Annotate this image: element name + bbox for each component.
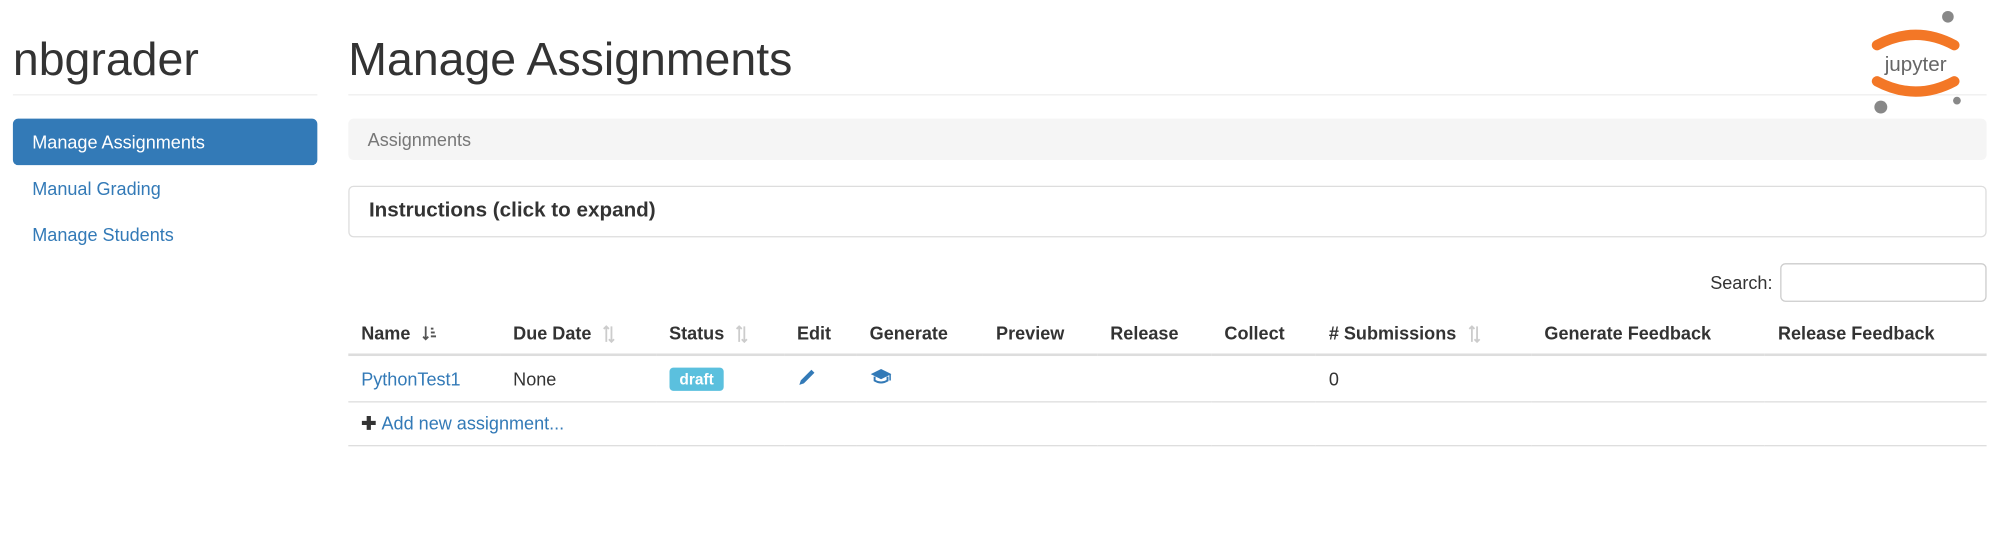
col-label: Status xyxy=(669,323,724,344)
submissions-cell: 0 xyxy=(1316,355,1532,402)
release-feedback-cell xyxy=(1765,355,1987,402)
table-row: PythonTest1 None draft xyxy=(348,355,1986,402)
breadcrumb: Assignments xyxy=(348,119,1986,160)
edit-button[interactable] xyxy=(797,367,818,388)
assignment-name-link[interactable]: PythonTest1 xyxy=(361,369,460,390)
sort-icon xyxy=(736,325,749,343)
sidebar-item-manage-students[interactable]: Manage Students xyxy=(13,212,317,258)
search-label: Search: xyxy=(1710,272,1772,293)
graduation-cap-icon xyxy=(870,368,893,386)
status-badge: draft xyxy=(669,367,724,390)
sort-icon xyxy=(422,325,437,343)
sidebar-item-label: Manual Grading xyxy=(32,178,161,199)
add-new-label: Add new assignment... xyxy=(381,413,564,434)
sort-icon xyxy=(1468,325,1481,343)
sidebar-item-manual-grading[interactable]: Manual Grading xyxy=(13,165,317,211)
col-label: Generate xyxy=(870,323,948,344)
release-cell xyxy=(1097,355,1211,402)
add-new-assignment-link[interactable]: ✚Add new assignment... xyxy=(361,413,564,434)
col-status[interactable]: Status xyxy=(656,312,784,355)
col-label: # Submissions xyxy=(1329,323,1456,344)
search-input[interactable] xyxy=(1780,263,1986,302)
col-due-date[interactable]: Due Date xyxy=(500,312,656,355)
sidebar-nav: Manage Assignments Manual Grading Manage… xyxy=(13,119,317,258)
instructions-panel[interactable]: Instructions (click to expand) xyxy=(348,186,1986,238)
col-generate-feedback: Generate Feedback xyxy=(1532,312,1766,355)
col-edit: Edit xyxy=(784,312,857,355)
col-preview: Preview xyxy=(983,312,1097,355)
breadcrumb-item: Assignments xyxy=(368,129,471,150)
divider xyxy=(348,94,1986,95)
assignments-table: Name Due Date Status xyxy=(348,312,1986,447)
due-date-cell: None xyxy=(500,355,656,402)
page-title: Manage Assignments xyxy=(348,32,1986,86)
col-label: Name xyxy=(361,323,410,344)
col-release: Release xyxy=(1097,312,1211,355)
col-label: Generate Feedback xyxy=(1544,323,1711,344)
sort-icon xyxy=(603,325,616,343)
col-label: Release Feedback xyxy=(1778,323,1935,344)
add-row: ✚Add new assignment... xyxy=(348,402,1986,446)
plus-icon: ✚ xyxy=(361,413,376,434)
sidebar-item-label: Manage Students xyxy=(32,224,174,245)
col-release-feedback: Release Feedback xyxy=(1765,312,1987,355)
instructions-label: Instructions (click to expand) xyxy=(369,200,656,222)
pencil-icon xyxy=(797,367,818,388)
col-label: Preview xyxy=(996,323,1064,344)
search-row: Search: xyxy=(348,263,1986,302)
col-generate: Generate xyxy=(857,312,983,355)
col-collect: Collect xyxy=(1212,312,1316,355)
col-label: Collect xyxy=(1224,323,1284,344)
sidebar-item-label: Manage Assignments xyxy=(32,132,205,153)
collect-cell xyxy=(1212,355,1316,402)
jupyter-logo: jupyter xyxy=(1858,6,1974,122)
col-submissions[interactable]: # Submissions xyxy=(1316,312,1532,355)
col-name[interactable]: Name xyxy=(348,312,500,355)
sidebar-item-manage-assignments[interactable]: Manage Assignments xyxy=(13,119,317,165)
divider xyxy=(13,94,317,95)
col-label: Due Date xyxy=(513,323,591,344)
col-label: Edit xyxy=(797,323,831,344)
app-title: nbgrader xyxy=(13,32,348,86)
svg-text:jupyter: jupyter xyxy=(1884,53,1947,76)
generate-feedback-cell xyxy=(1532,355,1766,402)
preview-cell xyxy=(983,355,1097,402)
col-label: Release xyxy=(1110,323,1178,344)
generate-button[interactable] xyxy=(870,368,893,386)
